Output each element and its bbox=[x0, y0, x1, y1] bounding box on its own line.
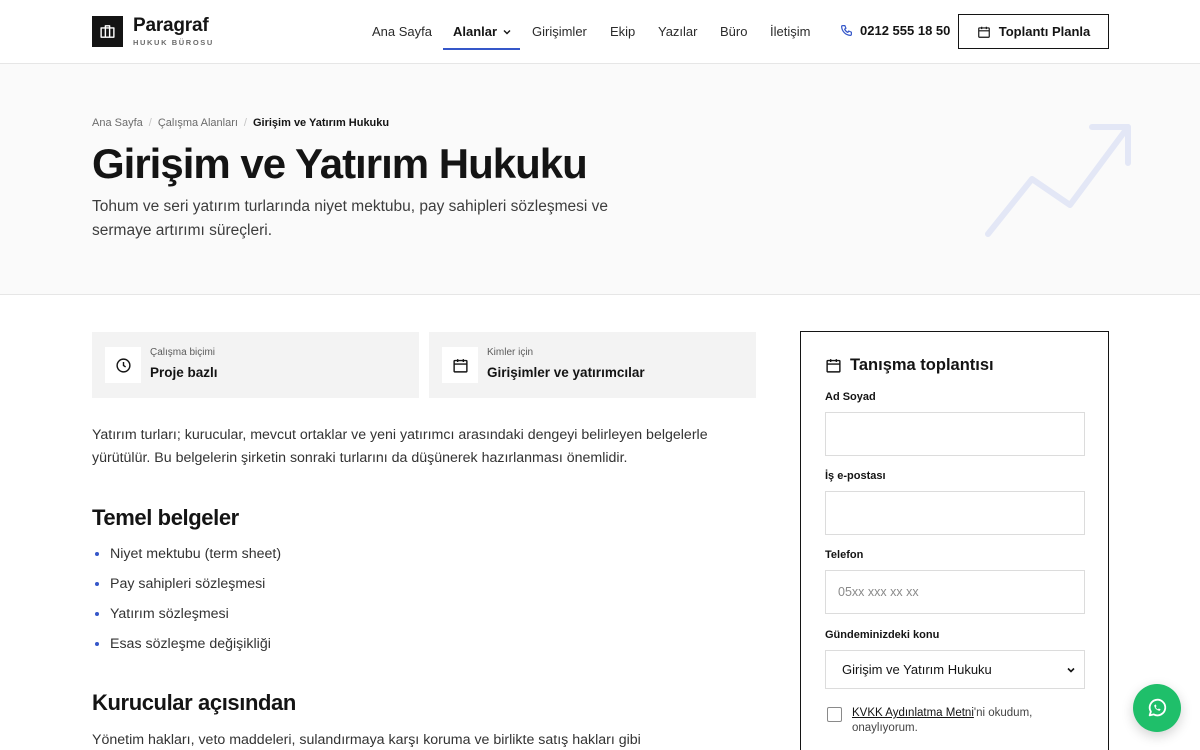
section-title-founders: Kurucular açısından bbox=[92, 690, 296, 715]
nav-ventures[interactable]: Girişimler bbox=[532, 24, 587, 39]
whatsapp-icon bbox=[1148, 698, 1167, 717]
calendar-icon bbox=[826, 359, 841, 373]
schedule-meeting-button[interactable]: Toplantı Planla bbox=[958, 14, 1109, 49]
list-item: Esas sözleşme değişikliği bbox=[92, 633, 281, 663]
documents-list: Niyet mektubu (term sheet) Pay sahipleri… bbox=[92, 543, 281, 663]
consent-row: KVKK Aydınlatma Metni'ni okudum, onaylıy… bbox=[827, 706, 1077, 736]
consent-text: KVKK Aydınlatma Metni'ni okudum, onaylıy… bbox=[852, 706, 1077, 736]
info-value: Girişimler ve yatırımcılar bbox=[487, 365, 645, 380]
nav-team[interactable]: Ekip bbox=[610, 24, 635, 39]
info-value: Proje bazlı bbox=[150, 365, 218, 380]
brand-subtitle: HUKUK BÜROSU bbox=[133, 38, 214, 47]
nav-areas[interactable]: Alanlar bbox=[453, 24, 512, 39]
nav-active-indicator bbox=[443, 48, 520, 50]
calendar-icon bbox=[977, 26, 990, 38]
kvkk-link[interactable]: KVKK Aydınlatma Metni bbox=[852, 707, 974, 719]
topic-selected-value: Girişim ve Yatırım Hukuku bbox=[842, 662, 992, 677]
chevron-down-icon bbox=[1067, 667, 1075, 673]
breadcrumb-separator: / bbox=[243, 117, 247, 129]
form-title-text: Tanışma toplantısı bbox=[850, 356, 994, 374]
briefcase-icon bbox=[100, 25, 115, 38]
clock-icon bbox=[115, 357, 131, 373]
name-label: Ad Soyad bbox=[825, 391, 876, 403]
form-title: Tanışma toplantısı bbox=[825, 356, 994, 375]
page-hero: Ana Sayfa / Çalışma Alanları / Girişim v… bbox=[0, 64, 1200, 295]
nav-articles[interactable]: Yazılar bbox=[658, 24, 698, 39]
phone-input[interactable] bbox=[825, 570, 1085, 614]
consent-checkbox[interactable] bbox=[827, 707, 842, 722]
phone-link[interactable]: 0212 555 18 50 bbox=[840, 23, 950, 38]
trend-up-icon bbox=[985, 124, 1131, 237]
intro-paragraph: Yatırım turları; kurucular, mevcut ortak… bbox=[92, 427, 708, 466]
info-card-audience: Kimler için Girişimler ve yatırımcılar bbox=[429, 332, 756, 398]
nav-contact[interactable]: İletişim bbox=[770, 24, 810, 39]
page-title: Girişim ve Yatırım Hukuku bbox=[92, 140, 588, 187]
topic-label: Gündeminizdeki konu bbox=[825, 629, 940, 641]
list-item: Pay sahipleri sözleşmesi bbox=[92, 573, 281, 603]
founders-paragraph: Yönetim hakları, veto maddeleri, sulandı… bbox=[92, 732, 641, 748]
site-header: Paragraf HUKUK BÜROSU Ana Sayfa Alanlar … bbox=[0, 0, 1200, 64]
breadcrumb-separator: / bbox=[148, 117, 152, 129]
nav-areas-label: Alanlar bbox=[453, 24, 498, 39]
page-lead: Tohum ve seri yatırım turlarında niyet m… bbox=[92, 198, 609, 239]
email-label: İş e-postası bbox=[825, 470, 886, 482]
info-card-work-style: Çalışma biçimi Proje bazlı bbox=[92, 332, 419, 398]
topic-select[interactable]: Girişim ve Yatırım Hukuku bbox=[825, 650, 1085, 689]
info-label: Çalışma biçimi bbox=[150, 347, 216, 358]
calendar-icon bbox=[452, 358, 468, 373]
phone-icon bbox=[841, 25, 852, 36]
whatsapp-button[interactable] bbox=[1133, 684, 1181, 732]
meeting-form: Tanışma toplantısı Ad Soyad İş e-postası… bbox=[800, 331, 1109, 750]
chevron-down-icon bbox=[503, 29, 511, 34]
list-item: Yatırım sözleşmesi bbox=[92, 603, 281, 633]
breadcrumb-current: Girişim ve Yatırım Hukuku bbox=[252, 117, 390, 129]
nav-home[interactable]: Ana Sayfa bbox=[372, 24, 432, 39]
name-input[interactable] bbox=[825, 412, 1085, 456]
phone-label: Telefon bbox=[825, 549, 864, 561]
schedule-meeting-label: Toplantı Planla bbox=[998, 24, 1091, 39]
list-item: Niyet mektubu (term sheet) bbox=[92, 543, 281, 573]
section-title-documents: Temel belgeler bbox=[92, 505, 239, 530]
phone-number: 0212 555 18 50 bbox=[860, 23, 951, 38]
breadcrumb-home[interactable]: Ana Sayfa bbox=[92, 117, 143, 129]
breadcrumb: Ana Sayfa / Çalışma Alanları / Girişim v… bbox=[92, 117, 389, 129]
logo-mark[interactable] bbox=[92, 16, 123, 47]
brand-name[interactable]: Paragraf bbox=[133, 15, 209, 37]
info-icon-box bbox=[105, 347, 141, 383]
breadcrumb-section[interactable]: Çalışma Alanları bbox=[158, 117, 238, 129]
email-input[interactable] bbox=[825, 491, 1085, 535]
info-icon-box bbox=[442, 347, 478, 383]
nav-office[interactable]: Büro bbox=[720, 24, 747, 39]
info-label: Kimler için bbox=[487, 347, 534, 358]
